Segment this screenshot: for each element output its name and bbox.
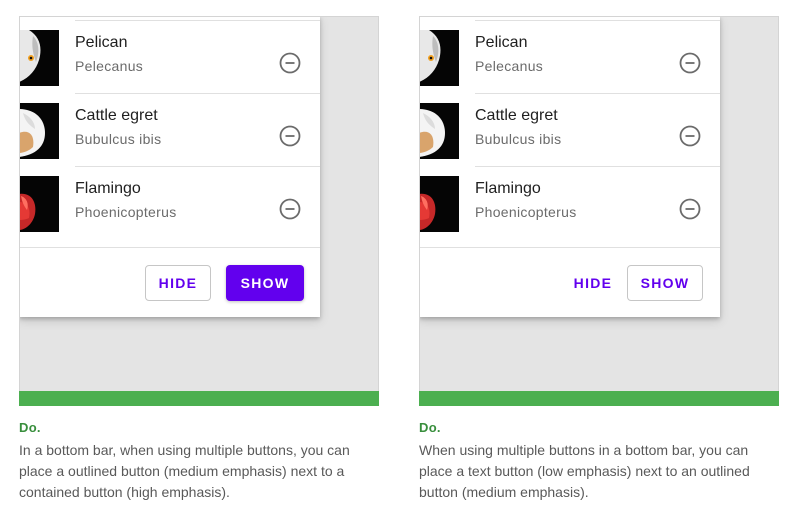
- item-title: Pelican: [475, 34, 528, 51]
- item-subtitle: Phoenicopterus: [75, 204, 177, 220]
- item-subtitle: Phoenicopterus: [475, 204, 577, 220]
- item-title: Cattle egret: [475, 107, 558, 124]
- item-subtitle: Bubulcus ibis: [475, 131, 562, 147]
- remove-circle-icon[interactable]: [679, 52, 701, 74]
- list-card: Pelican Pelecanus Cattle egret Bubulcus …: [20, 17, 320, 317]
- item-subtitle: Pelecanus: [475, 58, 544, 74]
- example-panel-right: Pelican Pelecanus Cattle egret Bubulcus …: [419, 0, 779, 500]
- item-title: Flamingo: [75, 180, 141, 197]
- verdict-label: Do.: [19, 420, 41, 435]
- item-title: Cattle egret: [75, 107, 158, 124]
- item-title: Flamingo: [475, 180, 541, 197]
- guideline-description: In a bottom bar, when using multiple but…: [19, 442, 350, 500]
- remove-circle-icon[interactable]: [279, 198, 301, 220]
- list-item[interactable]: Cattle egret Bubulcus ibis: [20, 94, 320, 167]
- remove-circle-icon[interactable]: [279, 125, 301, 147]
- remove-circle-icon[interactable]: [679, 125, 701, 147]
- hide-button[interactable]: HIDE: [145, 265, 211, 301]
- hide-button[interactable]: HIDE: [567, 265, 619, 301]
- remove-circle-icon[interactable]: [679, 198, 701, 220]
- item-subtitle: Pelecanus: [75, 58, 144, 74]
- list-item[interactable]: Flamingo Phoenicopterus: [20, 167, 320, 239]
- flamingo-thumbnail: [420, 176, 459, 232]
- bottom-bar-divider: [20, 247, 320, 248]
- list-item[interactable]: Pelican Pelecanus: [420, 21, 720, 94]
- do-indicator-bar: [419, 391, 779, 406]
- show-button[interactable]: SHOW: [226, 265, 304, 301]
- item-subtitle: Bubulcus ibis: [75, 131, 162, 147]
- remove-circle-icon[interactable]: [279, 52, 301, 74]
- flamingo-thumbnail: [20, 176, 59, 232]
- example-canvas: Pelican Pelecanus Cattle egret Bubulcus …: [19, 16, 379, 392]
- cattle-egret-thumbnail: [20, 103, 59, 159]
- guideline-description: When using multiple buttons in a bottom …: [419, 442, 750, 500]
- list-item[interactable]: Cattle egret Bubulcus ibis: [420, 94, 720, 167]
- list-card: Pelican Pelecanus Cattle egret Bubulcus …: [420, 17, 720, 317]
- show-button[interactable]: SHOW: [627, 265, 703, 301]
- list-item[interactable]: Pelican Pelecanus: [20, 21, 320, 94]
- do-indicator-bar: [19, 391, 379, 406]
- example-canvas: Pelican Pelecanus Cattle egret Bubulcus …: [419, 16, 779, 392]
- pelican-thumbnail: [20, 30, 59, 86]
- cattle-egret-thumbnail: [420, 103, 459, 159]
- item-title: Pelican: [75, 34, 128, 51]
- example-panel-left: Pelican Pelecanus Cattle egret Bubulcus …: [19, 0, 379, 500]
- verdict-label: Do.: [419, 420, 441, 435]
- list-item[interactable]: Flamingo Phoenicopterus: [420, 167, 720, 239]
- pelican-thumbnail: [420, 30, 459, 86]
- bottom-bar-divider: [420, 247, 720, 248]
